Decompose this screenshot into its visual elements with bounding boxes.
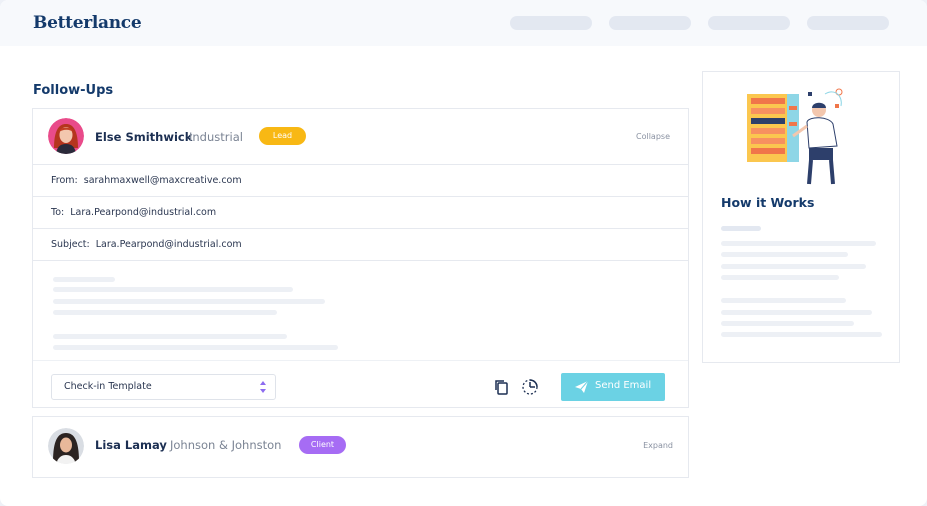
to-label: To:: [51, 207, 65, 218]
placeholder-line: [53, 334, 287, 339]
nav-item-placeholder[interactable]: [807, 16, 889, 30]
status-badge-client: Client: [299, 436, 346, 454]
collapse-link[interactable]: Collapse: [636, 132, 670, 141]
to-field[interactable]: To: Lara.Pearpond@industrial.com: [33, 197, 688, 229]
subject-value: Lara.Pearpond@industrial.com: [95, 239, 242, 250]
from-value: sarahmaxwell@maxcreative.com: [83, 175, 242, 186]
avatar: [48, 428, 84, 464]
placeholder-line: [721, 332, 882, 337]
placeholder-line: [721, 275, 839, 280]
illustration: [745, 86, 855, 186]
side-panel-title: How it Works: [721, 195, 815, 210]
contact-company: Industrial: [189, 130, 243, 144]
placeholder-line: [53, 287, 293, 292]
send-email-button[interactable]: Send Email: [561, 373, 665, 401]
to-value: Lara.Pearpond@industrial.com: [70, 207, 217, 218]
section-title: Follow-Ups: [33, 83, 114, 98]
nav-item-placeholder[interactable]: [510, 16, 592, 30]
send-email-label: Send Email: [595, 380, 652, 391]
followup-card-collapsed[interactable]: Lisa Lamay Johnson & Johnston Client Exp…: [32, 416, 689, 478]
send-icon: [575, 380, 589, 396]
placeholder-line: [53, 277, 115, 282]
subject-label: Subject:: [51, 239, 90, 250]
contact-company: Johnson & Johnston: [170, 438, 282, 452]
how-it-works-panel: How it Works: [702, 71, 900, 363]
followup-card-expanded: Else Smithwick Industrial Lead Collapse …: [32, 108, 689, 408]
template-select-value: Check-in Template: [64, 381, 152, 392]
expand-link[interactable]: Expand: [643, 441, 673, 450]
placeholder-line: [53, 310, 277, 315]
placeholder-line: [721, 241, 876, 246]
placeholder-line: [53, 345, 338, 350]
placeholder-line: [721, 264, 866, 269]
schedule-icon[interactable]: [521, 378, 539, 396]
template-select[interactable]: Check-in Template: [51, 374, 276, 400]
placeholder-line: [721, 321, 854, 326]
placeholder-line: [721, 310, 872, 315]
email-body-editor[interactable]: [33, 261, 688, 361]
nav-item-placeholder[interactable]: [609, 16, 691, 30]
status-badge-lead: Lead: [259, 127, 306, 145]
email-actions-bar: Check-in Template Send Email: [33, 361, 688, 407]
subject-field[interactable]: Subject: Lara.Pearpond@industrial.com: [33, 229, 688, 261]
contact-name[interactable]: Lisa Lamay: [95, 438, 167, 452]
avatar: [48, 118, 84, 154]
select-arrows-icon: [259, 379, 267, 405]
contact-name[interactable]: Else Smithwick: [95, 130, 192, 144]
placeholder-line: [721, 226, 761, 231]
brand-logo[interactable]: Betterlance: [33, 13, 142, 33]
placeholder-line: [53, 299, 325, 304]
copy-icon[interactable]: [493, 378, 511, 396]
from-label: From:: [51, 175, 78, 186]
nav-item-placeholder[interactable]: [708, 16, 790, 30]
contact-header: Else Smithwick Industrial Lead Collapse: [33, 109, 688, 165]
top-navbar: Betterlance: [0, 0, 927, 46]
placeholder-line: [721, 252, 848, 257]
app-window: Betterlance Follow-Ups Else Smithwick In…: [0, 0, 927, 506]
from-field[interactable]: From: sarahmaxwell@maxcreative.com: [33, 165, 688, 197]
placeholder-line: [721, 298, 846, 303]
